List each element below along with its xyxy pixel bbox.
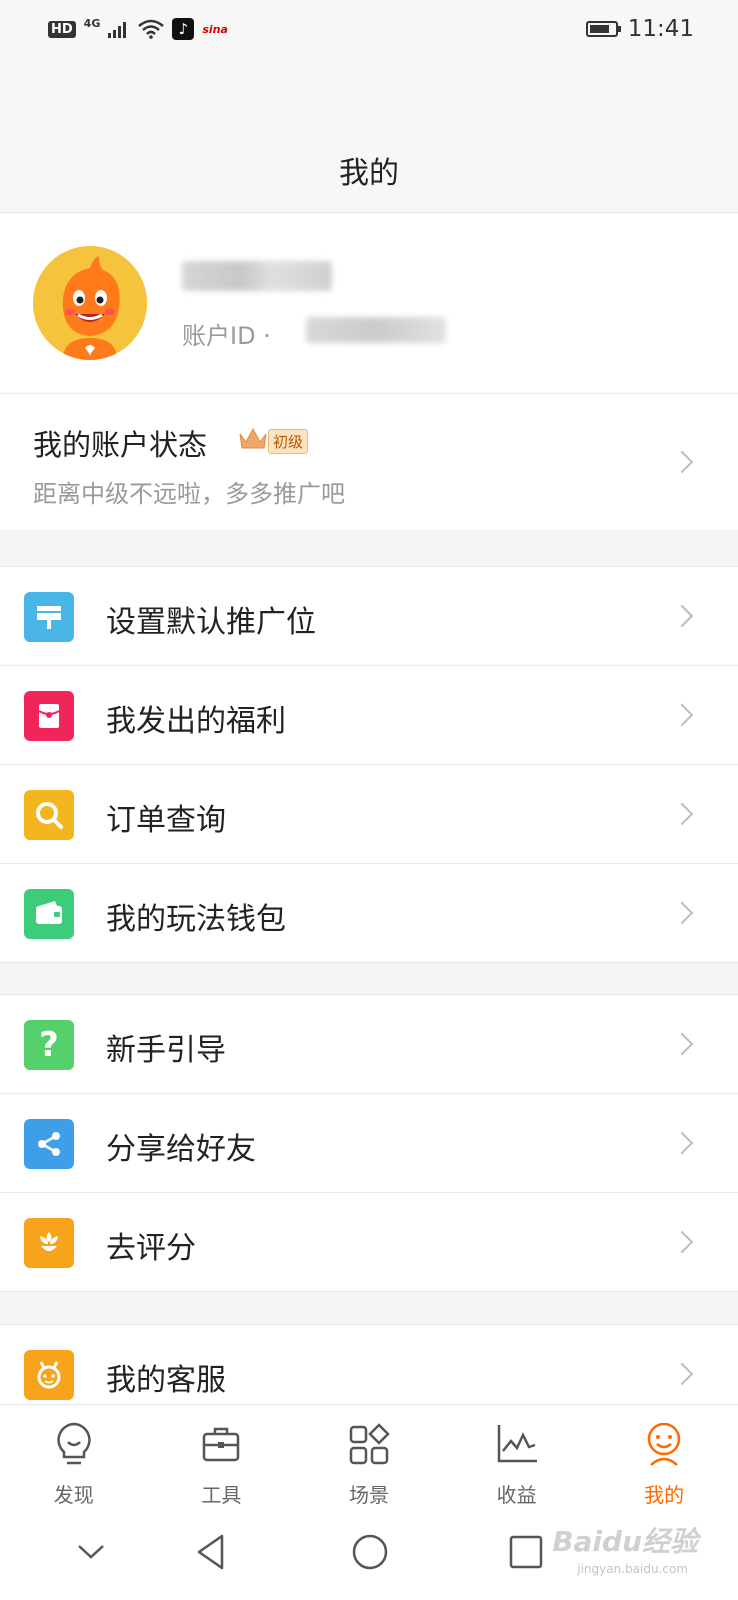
mascot-avatar-icon [33,246,147,360]
profile-face-icon [647,1422,681,1466]
account-id-redacted [306,317,446,343]
red-envelope-icon [24,691,74,741]
scenes-grid-icon [349,1423,390,1465]
battery-icon [585,21,621,37]
watermark: Baidu经验 [552,1525,698,1558]
network-type: 4G [83,16,101,30]
chevron-right-icon [670,1230,694,1254]
chevron-down-icon[interactable] [76,1542,106,1562]
tab-label: 工具 [201,1483,242,1507]
flower-icon [24,1218,74,1268]
menu-label: 去评分 [106,1231,196,1266]
menu-label: 我的客服 [106,1363,226,1398]
chevron-right-icon [670,1131,694,1155]
nav-header: 我的 [0,62,738,213]
menu-item-default-promo-slot[interactable]: 设置默认推广位 [0,567,738,666]
menu-item-beginner-guide[interactable]: ? 新手引导 [0,995,738,1094]
menu-item-order-query[interactable]: 订单查询 [0,765,738,864]
lightbulb-icon [57,1422,91,1465]
billboard-icon [24,592,74,642]
tab-earnings[interactable]: 收益 [443,1405,591,1509]
account-status-title: 我的账户状态 [33,428,208,462]
menu-label: 订单查询 [106,803,226,838]
chevron-right-icon [670,901,694,925]
toolbox-icon [203,1427,240,1462]
clock: 11:41 [627,16,694,42]
menu-item-my-benefits[interactable]: 我发出的福利 [0,666,738,765]
username-redacted [182,261,332,291]
chevron-right-icon [670,604,694,628]
status-left: HD 4G ♪ sina [48,16,228,40]
status-right: 11:41 [585,16,694,42]
menu-item-play-wallet[interactable]: 我的玩法钱包 [0,864,738,962]
profile-card[interactable]: 账户ID · [0,213,738,394]
menu-group-promotion: 设置默认推广位 我发出的福利 订单查询 我的玩法钱包 [0,566,738,963]
chevron-right-icon [670,703,694,727]
tab-label: 我的 [644,1483,685,1507]
menu-label: 我发出的福利 [106,704,286,739]
tab-mine[interactable]: 我的 [590,1405,738,1509]
signal-icon [108,22,127,38]
status-bar: HD 4G ♪ sina 11:41 [0,0,738,62]
tiktok-icon: ♪ [172,18,195,40]
menu-label: 分享给好友 [106,1132,256,1167]
tab-label: 收益 [496,1483,537,1507]
chevron-right-icon [670,1032,694,1056]
page-title: 我的 [339,156,399,191]
account-status-row[interactable]: 我的账户状态 初级 距离中级不远啦，多多推广吧 [0,394,738,530]
menu-label: 新手引导 [106,1033,226,1068]
tab-tools[interactable]: 工具 [148,1405,296,1509]
tab-label: 发现 [53,1483,94,1507]
watermark-url: jingyan.baidu.com [577,1562,688,1576]
bottom-tab-bar: 发现 工具 场景 收益 我的 [0,1404,738,1509]
back-icon[interactable] [194,1532,228,1572]
menu-item-customer-service[interactable]: 我的客服 [0,1325,738,1405]
chevron-right-icon [670,1362,694,1386]
home-icon[interactable] [350,1532,390,1572]
menu-item-share-friends[interactable]: 分享给好友 [0,1094,738,1193]
account-id-label: 账户ID · [182,322,271,350]
crown-icon [239,427,267,449]
menu-label: 我的玩法钱包 [106,902,286,937]
menu-label: 设置默认推广位 [106,605,316,640]
wallet-icon [24,889,74,939]
earnings-chart-icon [497,1425,537,1463]
tab-scenes[interactable]: 场景 [295,1405,443,1509]
avatar[interactable] [33,246,147,360]
search-icon [24,790,74,840]
chevron-right-icon [670,802,694,826]
hd-badge: HD [48,20,76,38]
account-status-subtitle: 距离中级不远啦，多多推广吧 [33,480,345,508]
recents-icon[interactable] [508,1532,544,1572]
menu-group-service: 我的客服 [0,1324,738,1405]
menu-item-rate[interactable]: 去评分 [0,1193,738,1291]
menu-group-help: ? 新手引导 分享给好友 去评分 [0,994,738,1292]
share-icon [24,1119,74,1169]
level-badge: 初级 [268,429,309,454]
tab-label: 场景 [348,1483,389,1507]
question-icon: ? [24,1020,74,1070]
customer-service-icon [24,1350,74,1400]
sina-icon: sina [202,22,228,36]
chevron-right-icon [670,450,694,474]
tab-discover[interactable]: 发现 [0,1405,148,1509]
wifi-icon [138,19,165,39]
